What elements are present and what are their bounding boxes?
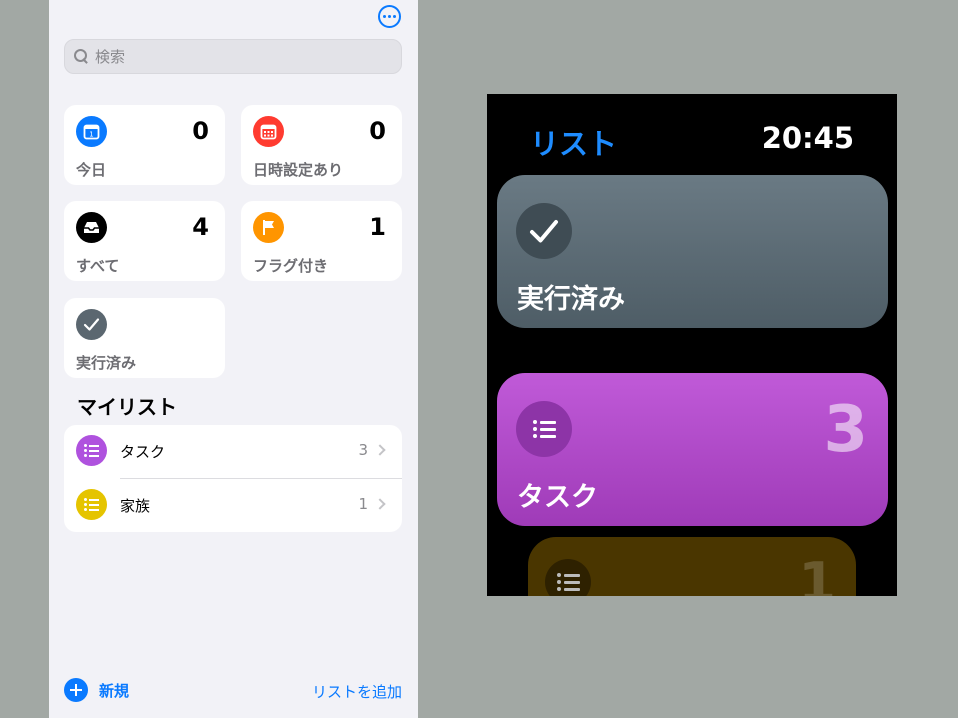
more-options-icon[interactable] <box>378 5 401 28</box>
calendar-grid-icon <box>253 116 284 147</box>
smart-list-label: 実行済み <box>76 354 137 372</box>
smart-list-all[interactable]: 4 すべて <box>64 201 225 281</box>
plus-circle-icon <box>64 678 88 702</box>
smart-list-label: 日時設定あり <box>253 161 344 179</box>
smart-list-flagged[interactable]: 1 フラグ付き <box>241 201 402 281</box>
list-count: 1 <box>358 495 368 513</box>
smart-list-count: 0 <box>369 117 386 145</box>
list-count: 3 <box>358 441 368 459</box>
watch-card-family[interactable]: 1 <box>528 537 856 596</box>
watch-title[interactable]: リスト <box>530 121 617 163</box>
smart-list-label: 今日 <box>76 161 107 179</box>
smart-list-label: フラグ付き <box>253 257 329 275</box>
search-field[interactable]: 検索 <box>64 39 402 74</box>
list-bullet-icon <box>516 401 572 457</box>
my-lists-group: タスク 3 家族 1 <box>64 425 402 532</box>
chevron-right-icon <box>374 498 386 510</box>
svg-text:1: 1 <box>89 131 93 139</box>
watch-card-count: 1 <box>798 551 836 596</box>
smart-list-count: 4 <box>192 213 209 241</box>
watch-clock: 20:45 <box>761 121 854 155</box>
my-lists-heading: マイリスト <box>77 395 177 419</box>
flag-icon <box>253 212 284 243</box>
iphone-reminders-screen: 検索 1 0 今日 0 日時設定あり 4 すべて 1 フラグ付き 実行済み マイ… <box>49 0 418 718</box>
new-reminder-label: 新規 <box>99 681 130 700</box>
smart-list-scheduled[interactable]: 0 日時設定あり <box>241 105 402 185</box>
smart-list-today[interactable]: 1 0 今日 <box>64 105 225 185</box>
list-name: 家族 <box>120 497 151 515</box>
checkmark-icon <box>516 203 572 259</box>
smart-list-label: すべて <box>76 257 120 275</box>
search-icon <box>74 49 89 64</box>
search-placeholder: 検索 <box>95 48 126 66</box>
list-name: タスク <box>120 443 166 461</box>
list-bullet-icon <box>545 559 591 596</box>
list-bullet-icon <box>76 489 107 520</box>
watch-card-name: 実行済み <box>517 284 625 315</box>
new-reminder-button[interactable]: 新規 <box>64 678 129 702</box>
smart-list-count: 0 <box>192 117 209 145</box>
list-bullet-icon <box>76 435 107 466</box>
list-row-family[interactable]: 家族 1 <box>64 479 402 532</box>
smart-list-completed[interactable]: 実行済み <box>64 298 225 378</box>
calendar-today-icon: 1 <box>76 116 107 147</box>
watch-card-name: タスク <box>517 482 598 513</box>
tray-icon <box>76 212 107 243</box>
watch-card-tasks[interactable]: 3 タスク <box>497 373 888 526</box>
chevron-right-icon <box>374 444 386 456</box>
add-list-button[interactable]: リストを追加 <box>312 681 402 702</box>
watch-reminders-screen: リスト 20:45 実行済み 3 タスク 1 <box>487 94 897 596</box>
checkmark-icon <box>76 309 107 340</box>
list-row-tasks[interactable]: タスク 3 <box>64 425 402 479</box>
watch-card-completed[interactable]: 実行済み <box>497 175 888 328</box>
smart-list-count: 1 <box>369 213 386 241</box>
watch-card-count: 3 <box>823 393 868 467</box>
